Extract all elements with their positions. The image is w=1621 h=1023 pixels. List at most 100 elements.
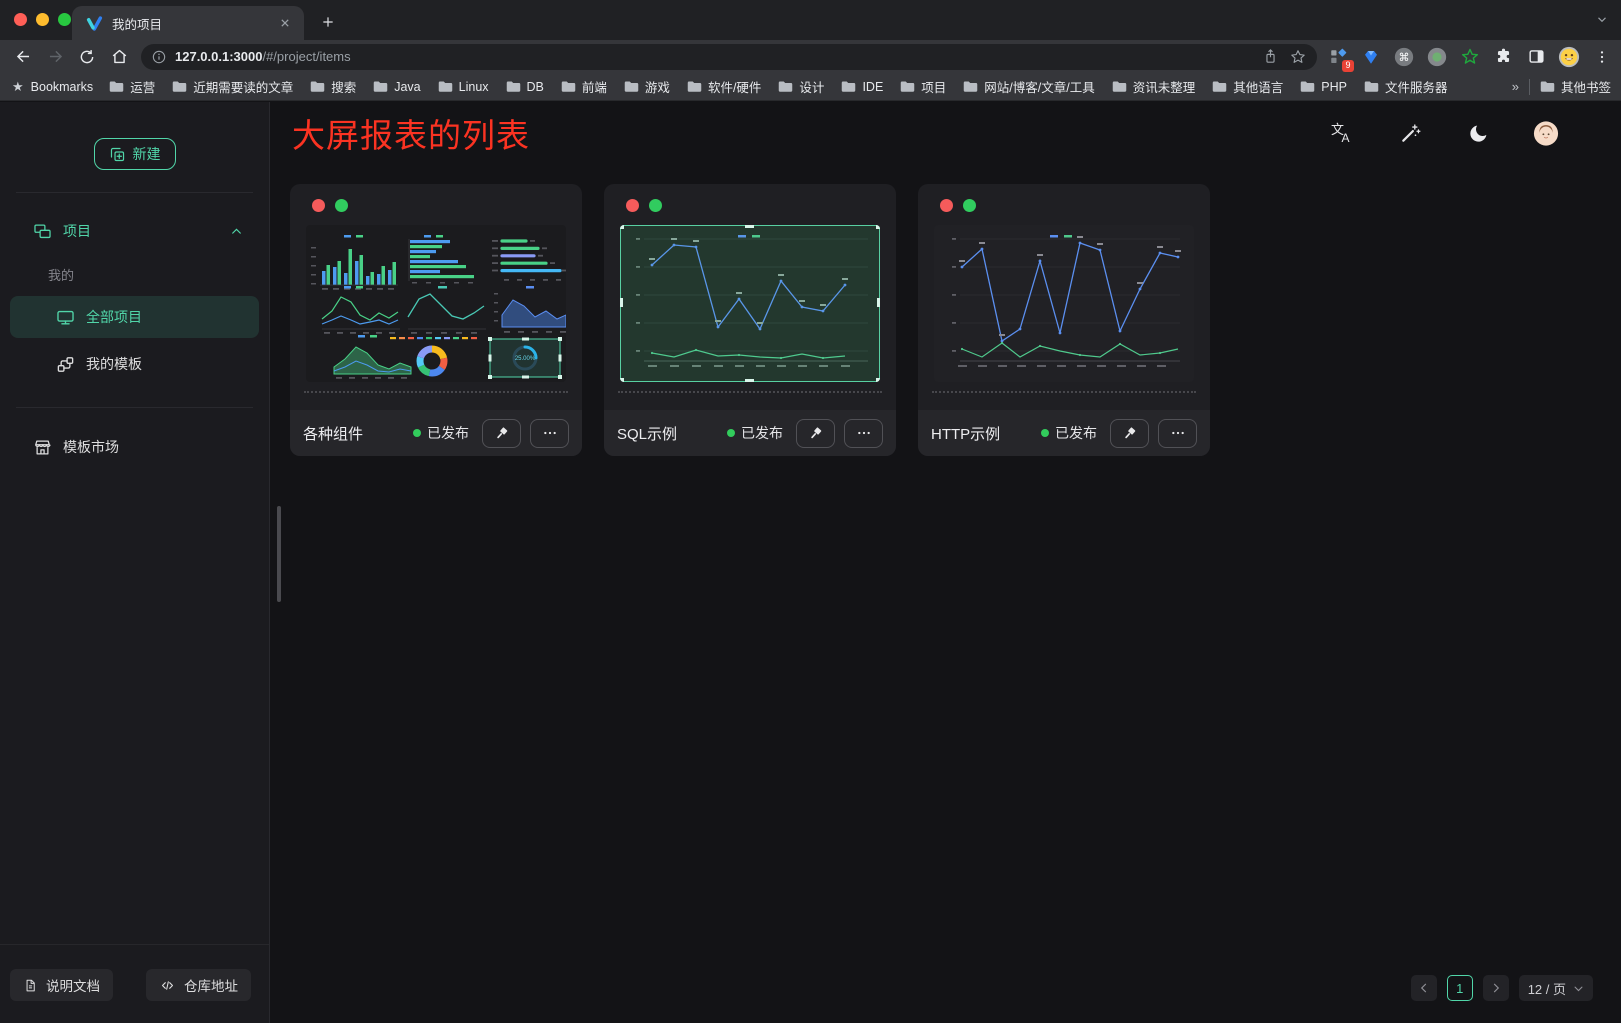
kebab-menu-icon[interactable] [1591, 46, 1613, 68]
bookmark-folder[interactable]: 搜索 [310, 77, 356, 96]
moon-icon[interactable] [1465, 120, 1491, 146]
site-info-icon[interactable] [151, 49, 167, 65]
browser-tab[interactable]: 我的项目 [72, 6, 304, 40]
project-card[interactable]: HTTP示例 已发布 [918, 184, 1210, 456]
folder-icon [561, 80, 576, 93]
docs-button[interactable]: 说明文档 [10, 969, 113, 1001]
bookmark-folder-label: 前端 [582, 77, 607, 96]
more-actions-button[interactable] [844, 419, 883, 448]
card-preview-thumbnail[interactable]: 25.00% [306, 225, 566, 382]
folder-icon [687, 80, 702, 93]
project-card[interactable]: 25.00% 各种组件 已发布 [290, 184, 582, 456]
card-green-dot [335, 199, 348, 212]
bookmarks-overflow-icon[interactable]: » [1512, 79, 1519, 94]
bookmark-folder[interactable]: 前端 [561, 77, 607, 96]
template-flow-icon [56, 355, 75, 374]
bookmark-folder[interactable]: 软件/硬件 [687, 77, 761, 96]
edit-project-button[interactable] [796, 419, 835, 448]
mini-area-chart [494, 286, 566, 333]
repo-button[interactable]: 仓库地址 [146, 969, 251, 1001]
prev-page-button[interactable] [1411, 975, 1437, 1001]
bookmark-folder[interactable]: 网站/博客/文章/工具 [963, 77, 1094, 96]
sidebar-item-label: 模板市场 [63, 437, 119, 457]
sidebar-divider [16, 407, 253, 408]
tab-close-icon[interactable] [276, 14, 294, 32]
sidebar-section-project[interactable]: 项目 [0, 215, 269, 247]
more-actions-button[interactable] [1158, 419, 1197, 448]
user-avatar[interactable] [1533, 120, 1559, 146]
project-name: 各种组件 [303, 423, 404, 444]
status-badge: 已发布 [413, 423, 469, 443]
bookmarks-right-group: » 其他书签 [1512, 77, 1611, 96]
reload-button[interactable] [74, 43, 102, 71]
new-project-button[interactable]: 新建 [94, 138, 176, 170]
scrollbar-thumb[interactable] [277, 506, 281, 602]
current-page-button[interactable]: 1 [1447, 975, 1473, 1001]
side-panel-icon[interactable] [1525, 46, 1547, 68]
sidebar-item-my-templates[interactable]: 我的模板 [10, 343, 259, 385]
project-cards: 25.00% 各种组件 已发布 [270, 164, 1621, 456]
page-title: 大屏报表的列表 [292, 109, 530, 157]
bookmark-folder[interactable]: Linux [438, 80, 489, 94]
bookmark-folder[interactable]: PHP [1300, 80, 1347, 94]
other-bookmarks-item[interactable]: 其他书签 [1540, 77, 1611, 96]
minimize-window-button[interactable] [36, 13, 49, 26]
bookmark-folder[interactable]: 运营 [109, 77, 155, 96]
green-star-icon[interactable] [1459, 46, 1481, 68]
bookmark-folder[interactable]: IDE [841, 80, 883, 94]
back-button[interactable] [10, 43, 38, 71]
folder-icon [1364, 80, 1379, 93]
status-badge: 已发布 [1041, 423, 1097, 443]
sidebar-item-all-projects[interactable]: 全部项目 [10, 296, 259, 338]
pagination: 1 12 / 页 [1411, 975, 1593, 1001]
bookmark-folder[interactable]: 设计 [778, 77, 824, 96]
bookmark-folder-label: IDE [862, 80, 883, 94]
bookmark-folder[interactable]: Java [373, 80, 420, 94]
page-size-select[interactable]: 12 / 页 [1519, 975, 1593, 1001]
puzzle-extensions-icon[interactable] [1492, 46, 1514, 68]
bookmarks-root-item[interactable]: ★ Bookmarks [12, 79, 93, 95]
edit-project-button[interactable] [482, 419, 521, 448]
project-card[interactable]: SQL示例 已发布 [604, 184, 896, 456]
goview-logo-favicon [86, 16, 103, 31]
profile-smiley-avatar[interactable] [1558, 46, 1580, 68]
next-page-button[interactable] [1483, 975, 1509, 1001]
share-icon[interactable] [1262, 48, 1279, 65]
magic-wand-icon[interactable] [1397, 120, 1423, 146]
status-badge: 已发布 [727, 423, 783, 443]
bookmark-folder-label: 项目 [921, 77, 946, 96]
home-button[interactable] [105, 43, 133, 71]
close-window-button[interactable] [14, 13, 27, 26]
sidebar: 新建 项目 我的 全部项目 [0, 102, 270, 1023]
more-actions-button[interactable] [530, 419, 569, 448]
bookmark-folder[interactable]: 近期需要读的文章 [172, 77, 293, 96]
folder-icon [624, 80, 639, 93]
recorder-icon[interactable] [1426, 46, 1448, 68]
forward-button[interactable] [42, 43, 70, 71]
tab-groups-icon[interactable]: 9 [1327, 46, 1349, 68]
bookmark-folder[interactable]: DB [506, 80, 544, 94]
folder-icon [373, 80, 388, 93]
folder-icon [310, 80, 325, 93]
card-preview-thumbnail[interactable] [934, 225, 1194, 382]
card-green-dot [649, 199, 662, 212]
maximize-window-button[interactable] [58, 13, 71, 26]
gem-icon[interactable] [1360, 46, 1382, 68]
new-tab-button[interactable] [317, 11, 339, 33]
bookmark-folder[interactable]: 游戏 [624, 77, 670, 96]
translate-icon[interactable]: 文 A [1329, 120, 1355, 146]
mini-capsule-chart [492, 240, 566, 281]
command-icon[interactable]: ⌘ [1393, 46, 1415, 68]
tab-strip: 我的项目 [0, 0, 1621, 40]
sidebar-item-template-market[interactable]: 模板市场 [0, 430, 269, 464]
tab-search-chevron-icon[interactable] [1595, 12, 1609, 26]
card-preview-thumbnail[interactable] [620, 225, 880, 382]
bookmark-folder[interactable]: 资讯未整理 [1112, 77, 1196, 96]
bookmark-folder[interactable]: 项目 [900, 77, 946, 96]
edit-project-button[interactable] [1110, 419, 1149, 448]
bookmark-star-icon[interactable] [1289, 48, 1307, 66]
url-bar[interactable]: 127.0.0.1:3000/#/project/items [141, 44, 1317, 70]
bookmark-folder[interactable]: 其他语言 [1212, 77, 1283, 96]
folder-icon [778, 80, 793, 93]
bookmark-folder[interactable]: 文件服务器 [1364, 77, 1448, 96]
